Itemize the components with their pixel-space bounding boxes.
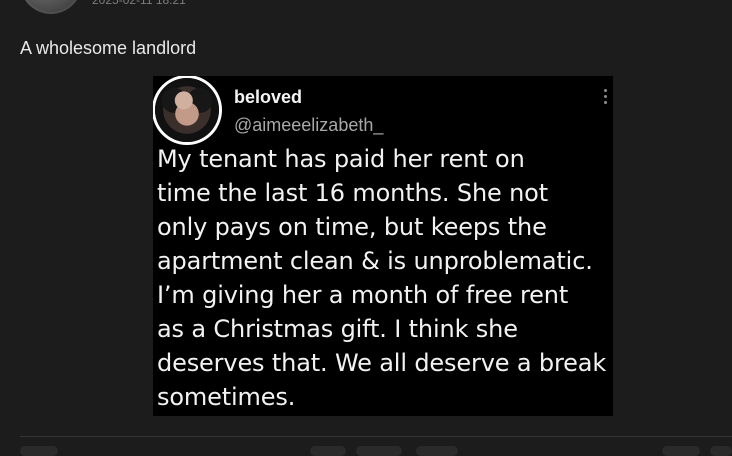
more-options-icon[interactable] bbox=[603, 89, 609, 107]
embedded-tweet-image[interactable]: beloved @aimeeelizabeth_ My tenant has p… bbox=[153, 76, 613, 416]
user-avatar[interactable] bbox=[20, 0, 82, 14]
tweet-line: My tenant has paid her rent on bbox=[157, 145, 525, 173]
tweet-line: apartment clean & is unproblematic. bbox=[157, 247, 593, 275]
tweet-author-name: beloved bbox=[234, 87, 303, 107]
post-timestamp: 2025-02-11 18:21 bbox=[92, 0, 186, 7]
tweet-line: as a Christmas gift. I think she bbox=[157, 315, 518, 343]
tweet-line: I’m giving her a month of free rent bbox=[157, 281, 569, 309]
tweet-avatar[interactable] bbox=[155, 78, 219, 142]
post-divider bbox=[20, 436, 732, 437]
bottom-action-pill[interactable] bbox=[20, 446, 58, 456]
tweet-text: My tenant has paid her rent on time the … bbox=[157, 142, 611, 414]
tweet-line: deserves that. We all deserve a break bbox=[157, 349, 607, 377]
tweet-author-handle: @aimeeelizabeth_ bbox=[234, 115, 384, 135]
bottom-action-pill[interactable] bbox=[710, 446, 732, 456]
tweet-line: time the last 16 months. She not bbox=[157, 179, 548, 207]
tweet-line: only pays on time, but keeps the bbox=[157, 213, 547, 241]
bottom-action-pill[interactable] bbox=[310, 446, 346, 456]
bottom-action-pill[interactable] bbox=[416, 446, 458, 456]
tweet-line: sometimes. bbox=[157, 383, 296, 411]
post-title: A wholesome landlord bbox=[20, 38, 197, 58]
bottom-action-pill[interactable] bbox=[662, 446, 700, 456]
bottom-action-pill[interactable] bbox=[356, 446, 402, 456]
